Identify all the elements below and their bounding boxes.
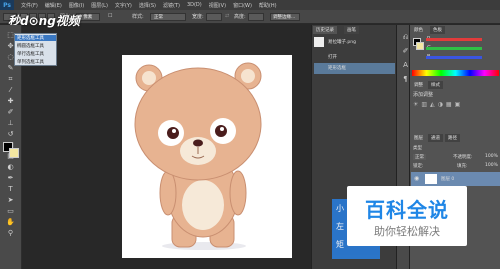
fill-label: 填充: [457, 164, 468, 169]
eyedropper-icon[interactable]: ⁄ [4, 86, 17, 95]
tab-channels[interactable]: 通道 [428, 134, 443, 142]
green-slider[interactable] [426, 47, 482, 50]
history-state-rect-marquee[interactable]: 矩形选框 [314, 63, 395, 74]
style-select[interactable]: 正常 [150, 13, 186, 21]
refine-edge-label: 调整边缘... [273, 15, 296, 20]
style-value: 正常 [154, 15, 163, 20]
document-canvas[interactable] [122, 55, 292, 258]
snapshot-name: 易拉罐子.png [328, 40, 356, 45]
history-state-open[interactable]: 打开 [314, 52, 395, 63]
swap-icon[interactable]: ⇄ [225, 13, 229, 19]
antialias-checkbox-label[interactable]: ☐ [108, 13, 112, 19]
layer-kind-label: 类型 [413, 146, 422, 151]
layer-filter-row[interactable]: 类型 [411, 144, 500, 152]
tab-adjustments[interactable]: 调整 [411, 81, 426, 89]
shape-icon[interactable]: ▭ [4, 207, 17, 216]
menu-image[interactable]: 图像(I) [69, 2, 84, 9]
background-color-swatch[interactable] [9, 148, 19, 158]
adjustment-icons-row[interactable]: ☀▥◭◑▦▣ [413, 101, 483, 115]
red-slider[interactable] [426, 38, 482, 41]
width-input[interactable] [206, 13, 222, 21]
flyout-item-rect-marquee[interactable]: 矩形选框工具 [15, 35, 56, 41]
history-state-label: 矩形选框 [328, 66, 346, 71]
color-bg-swatch[interactable] [416, 42, 424, 50]
menu-view[interactable]: 视图(V) [209, 2, 226, 9]
style-label: 样式: [132, 14, 144, 20]
layer-row[interactable]: ◉ 图层 0 [411, 172, 500, 186]
menu-layer[interactable]: 图层(L) [91, 2, 108, 9]
opacity-value[interactable]: 100% [485, 154, 498, 159]
history-state-label: 打开 [328, 55, 337, 60]
menu-file[interactable]: 文件(F) [21, 2, 38, 9]
spectrum-bar[interactable] [412, 70, 499, 76]
healing-brush-icon[interactable]: ✚ [4, 97, 17, 106]
tab-paths[interactable]: 路径 [445, 134, 460, 142]
refine-edge-button[interactable]: 调整边缘... [270, 13, 300, 21]
visibility-eye-icon[interactable]: ◉ [414, 175, 419, 182]
blend-mode-select[interactable]: 正常 [413, 154, 426, 160]
height-label: 高度: [234, 14, 246, 20]
feather-value: 0 像素 [79, 15, 93, 20]
dodge-icon[interactable]: ◐ [4, 163, 17, 172]
clone-stamp-icon[interactable]: ⊥ [4, 119, 17, 128]
snapshot-thumbnail [314, 37, 324, 47]
brush-icon[interactable]: ✐ [4, 108, 17, 117]
menu-window[interactable]: 窗口(W) [233, 2, 252, 9]
menu-select[interactable]: 选择(S) [139, 2, 156, 9]
history-snapshot[interactable]: 易拉罐子.png [314, 37, 395, 48]
tab-layers[interactable]: 图层 [411, 134, 426, 142]
fill-value[interactable]: 100% [485, 163, 498, 168]
layer-thumbnail [425, 174, 437, 184]
menu-edit[interactable]: 编辑(E) [45, 2, 62, 9]
caption-line-1: 小 [336, 204, 344, 213]
opacity-label: 不透明度: [453, 155, 473, 160]
hand-icon[interactable]: ✋ [4, 218, 17, 227]
crop-icon[interactable]: ⌗ [4, 75, 17, 84]
zoom-icon[interactable]: ⚲ [4, 229, 17, 238]
blend-row: 正常 不透明度: 100% [411, 153, 500, 161]
bear-illustration [134, 62, 262, 250]
menu-3d[interactable]: 3D(D) [187, 2, 202, 8]
photoshop-logo: Ps [0, 0, 14, 10]
adjustments-title: 添加调整 [413, 92, 434, 98]
menu-help[interactable]: 帮助(H) [259, 2, 277, 9]
width-label: 宽度: [192, 14, 204, 20]
tab-brush[interactable]: 画笔 [344, 26, 359, 34]
blue-slider[interactable] [426, 56, 482, 59]
text-icon[interactable]: T [4, 185, 17, 194]
baike-watermark: 百科全说 助你轻松解决 [347, 186, 467, 246]
flyout-item-single-row-marquee[interactable]: 单行选框工具 [17, 51, 44, 57]
path-select-icon[interactable]: ➤ [4, 196, 17, 205]
tab-color[interactable]: 颜色 [411, 26, 426, 34]
layer-name[interactable]: 图层 0 [441, 176, 454, 182]
tab-styles[interactable]: 样式 [428, 81, 443, 89]
menu-type[interactable]: 文字(Y) [115, 2, 132, 9]
pen-icon[interactable]: ✒ [4, 174, 17, 183]
tab-swatches[interactable]: 色板 [430, 26, 445, 34]
caption-line-3: 矩 [336, 240, 344, 249]
lock-label: 锁定: [413, 164, 424, 169]
menu-filter[interactable]: 滤镜(T) [163, 2, 180, 9]
history-brush-icon[interactable]: ↺ [4, 130, 17, 139]
baike-title: 百科全说 [365, 198, 449, 222]
menu-bar: Ps 文件(F) 编辑(E) 图像(I) 图层(L) 文字(Y) 选择(S) 滤… [0, 0, 500, 10]
flyout-item-ellipse-marquee[interactable]: 椭圆选框工具 [17, 43, 44, 49]
baike-subtitle: 助你轻松解决 [374, 225, 440, 238]
caption-line-2: 左 [336, 222, 344, 231]
tab-history[interactable]: 历史记录 [313, 26, 337, 34]
marquee-tool-flyout: 矩形选框工具 椭圆选框工具 单行选框工具 单列选框工具 [14, 33, 57, 66]
height-input[interactable] [248, 13, 264, 21]
lock-row: 锁定: 填充: 100% [411, 162, 500, 170]
flyout-item-single-col-marquee[interactable]: 单列选框工具 [17, 59, 44, 65]
